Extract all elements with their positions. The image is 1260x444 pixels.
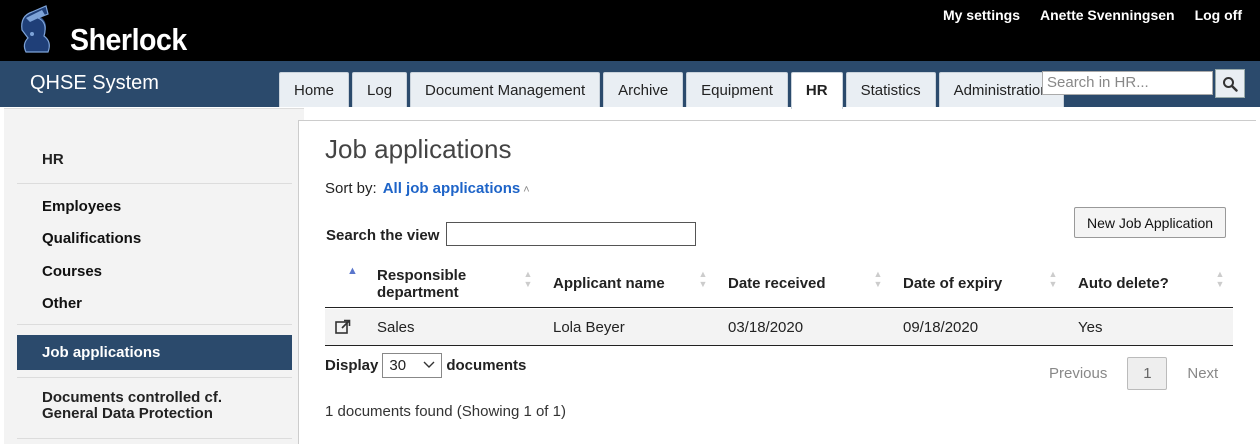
tab-document-management[interactable]: Document Management <box>410 72 601 107</box>
search-view-label: Search the view <box>326 227 440 244</box>
page-size-row: Display 30 documents <box>325 353 526 378</box>
cell-date-expiry: 09/18/2020 <box>903 319 979 336</box>
documents-label: documents <box>446 357 527 374</box>
my-settings-link[interactable]: My settings <box>943 7 1020 23</box>
pagination: Previous 1 Next <box>1049 357 1218 390</box>
page-1-button[interactable]: 1 <box>1127 357 1168 390</box>
sort-view-link[interactable]: All job applications <box>383 180 521 197</box>
page-size-value: 30 <box>389 357 407 374</box>
tab-log[interactable]: Log <box>352 72 408 107</box>
sort-arrows-icon[interactable]: ▲ ▼ <box>873 269 883 289</box>
tab-home[interactable]: Home <box>279 72 350 107</box>
cell-auto-delete: Yes <box>1078 319 1103 336</box>
search-button[interactable] <box>1215 69 1245 98</box>
nav-tabs: Home Log Document Management Archive Equ… <box>279 72 1064 109</box>
page-title: Job applications <box>325 134 512 164</box>
previous-page-button[interactable]: Previous <box>1049 365 1107 382</box>
column-header-date-received[interactable]: Date received <box>728 259 826 308</box>
tab-statistics[interactable]: Statistics <box>845 72 936 107</box>
cell-applicant: Lola Beyer <box>553 319 625 336</box>
column-header-date-expiry[interactable]: Date of expiry <box>903 259 1002 308</box>
documents-found-text: 1 documents found (Showing 1 of 1) <box>325 403 566 420</box>
user-name-link[interactable]: Anette Svenningsen <box>1040 7 1175 23</box>
log-off-link[interactable]: Log off <box>1195 7 1242 23</box>
table-row[interactable]: Sales Lola Beyer 03/18/2020 09/18/2020 Y… <box>325 309 1233 346</box>
sidebar-item-courses[interactable]: Courses <box>42 263 102 280</box>
sidebar-divider <box>17 183 292 184</box>
next-page-button[interactable]: Next <box>1187 365 1218 382</box>
logo-text: Sherlock <box>70 22 187 57</box>
sort-arrows-icon[interactable]: ▲ ▼ <box>698 269 708 289</box>
chevron-down-icon <box>423 361 435 368</box>
sidebar-heading-hr[interactable]: HR <box>42 151 64 168</box>
sidebar: HR Employees Qualifications Courses Othe… <box>4 108 304 444</box>
tab-archive[interactable]: Archive <box>603 72 684 107</box>
sidebar-item-other[interactable]: Other <box>42 295 82 312</box>
sort-arrows-icon[interactable]: ▲ ▼ <box>523 269 533 289</box>
column-header-auto-delete[interactable]: Auto delete? <box>1078 259 1169 308</box>
main-content: Job applications Sort by: All job applica… <box>298 120 1256 444</box>
page-size-select[interactable]: 30 <box>382 353 443 378</box>
tab-equipment[interactable]: Equipment <box>686 72 788 107</box>
sort-arrows-icon[interactable]: ▲ ▼ <box>1215 269 1225 289</box>
sidebar-divider <box>17 377 292 378</box>
search-view-input[interactable] <box>446 222 696 246</box>
search-icon <box>1223 76 1238 92</box>
sidebar-item-job-applications[interactable]: Job applications <box>17 335 292 370</box>
sherlock-logo[interactable]: Sherlock <box>18 4 187 57</box>
sort-arrows-icon[interactable]: ▲ ▼ <box>1048 269 1058 289</box>
sidebar-divider <box>17 324 292 325</box>
column-header-department[interactable]: Responsible department <box>377 259 527 308</box>
main-nav-bar: QHSE System Home Log Document Management… <box>0 61 1260 109</box>
user-links: My settings Anette Svenningsen Log off <box>943 7 1242 23</box>
sort-row: Sort by: All job applications ˄ <box>325 180 530 197</box>
cell-date-received: 03/18/2020 <box>728 319 804 336</box>
cell-department: Sales <box>377 319 415 336</box>
sidebar-divider <box>17 438 292 439</box>
column-header-applicant[interactable]: Applicant name <box>553 259 665 308</box>
top-bar: Sherlock My settings Anette Svenningsen … <box>0 0 1260 61</box>
sort-label: Sort by: <box>325 180 377 197</box>
new-job-application-button[interactable]: New Job Application <box>1074 207 1226 238</box>
sidebar-item-qualifications[interactable]: Qualifications <box>42 230 141 247</box>
tab-hr[interactable]: HR <box>790 72 843 109</box>
sidebar-item-gdpr-documents[interactable]: Documents controlled cf. General Data Pr… <box>42 390 282 422</box>
table-header: ▲ Responsible department ▲ ▼ Applicant na… <box>325 259 1233 308</box>
external-link-icon[interactable] <box>334 318 352 336</box>
display-label: Display <box>325 357 379 374</box>
sidebar-item-employees[interactable]: Employees <box>42 198 121 215</box>
detective-logo-icon <box>21 5 50 53</box>
hr-search-input[interactable]: Search in HR... <box>1042 71 1213 95</box>
sort-ascending-icon[interactable]: ▲ <box>347 265 358 277</box>
system-title: QHSE System <box>30 72 159 94</box>
caret-up-icon[interactable]: ˄ <box>523 184 529 196</box>
